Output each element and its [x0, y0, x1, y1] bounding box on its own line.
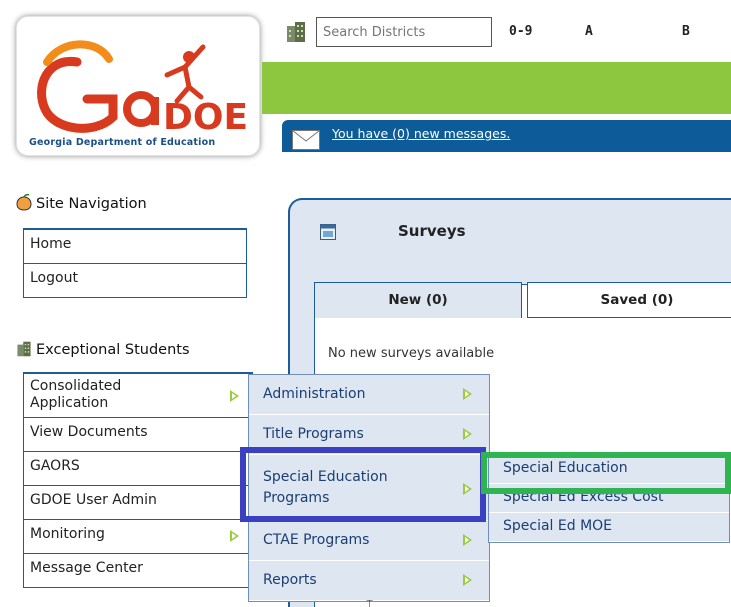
building-icon [287, 22, 305, 42]
message-bar: You have (0) new messages. [282, 120, 731, 152]
site-navigation-menu: Home Logout [23, 228, 247, 298]
sidebar-item-label: Home [30, 236, 72, 252]
sidebar-item-label: Logout [30, 270, 78, 286]
exceptional-students-label: Exceptional Students [36, 342, 190, 358]
peach-icon [16, 194, 32, 211]
menu-item-special-education-programs[interactable]: Special Education Programs [249, 455, 489, 521]
menu-item-special-education[interactable]: Special Education [489, 455, 729, 484]
sidebar-item-label: Message Center [30, 560, 143, 576]
exceptional-students-heading: Exceptional Students [16, 341, 190, 358]
menu-item-label: Special Education Programs [263, 469, 388, 506]
surveys-icon [320, 224, 336, 240]
sidebar-item-label: View Documents [30, 424, 148, 440]
building-icon [17, 341, 31, 357]
menu-item-special-ed-moe[interactable]: Special Ed MOE [489, 513, 729, 542]
menu-item-special-ed-excess-cost[interactable]: Special Ed Excess Cost [489, 484, 729, 513]
menu-item-label: CTAE Programs [263, 532, 370, 548]
logo-graphic: DOE [37, 40, 248, 138]
gadoe-logo[interactable]: DOE Georgia Department of Education [16, 16, 260, 156]
site-navigation-heading: Site Navigation [16, 194, 147, 212]
no-surveys-message: No new surveys available [328, 346, 495, 361]
submenu-arrow-icon [230, 390, 239, 402]
menu-item-reports[interactable]: Reports [249, 561, 489, 601]
sidebar-item-label: GDOE User Admin [30, 492, 157, 508]
sidebar-item-message-center[interactable]: Message Center [23, 554, 253, 588]
menu-item-administration[interactable]: Administration [249, 375, 489, 415]
sidebar-item-label: GAORS [30, 458, 80, 474]
tab-saved-surveys[interactable]: Saved (0) [527, 282, 731, 318]
menu-item-label: Title Programs [263, 426, 364, 442]
submenu-arrow-icon [230, 530, 239, 542]
letter-filter-0-9[interactable]: 0-9 [509, 24, 532, 39]
mouse-cursor-icon: ⌶ [366, 597, 374, 607]
sidebar-item-gdoe-user-admin[interactable]: GDOE User Admin [23, 486, 253, 520]
special-education-submenu: Special Education Special Ed Excess Cost… [488, 454, 730, 543]
menu-item-label: Special Ed MOE [503, 518, 613, 534]
surveys-title: Surveys [398, 222, 466, 240]
letter-filter-a[interactable]: A [585, 24, 593, 39]
tab-new-surveys[interactable]: New (0) [314, 282, 522, 318]
submenu-arrow-icon [463, 483, 472, 495]
submenu-arrow-icon [463, 388, 472, 400]
menu-item-label: Special Ed Excess Cost [503, 489, 664, 505]
menu-item-label: Special Education [503, 460, 628, 476]
site-navigation-label: Site Navigation [36, 196, 147, 212]
header-green-bar [262, 62, 731, 114]
submenu-arrow-icon [463, 428, 472, 440]
sidebar-item-label: Consolidated Application [30, 378, 122, 411]
sidebar-item-logout[interactable]: Logout [23, 264, 247, 298]
letter-filter-b[interactable]: B [682, 24, 690, 39]
submenu-arrow-icon [463, 534, 472, 546]
consolidated-application-flyout: Administration Title Programs Special Ed… [248, 374, 490, 602]
menu-item-label: Reports [263, 572, 317, 588]
search-districts-input[interactable] [316, 17, 492, 47]
logo-caption: Georgia Department of Education [29, 137, 216, 148]
sidebar-item-view-documents[interactable]: View Documents [23, 418, 253, 452]
sidebar-item-label: Monitoring [30, 526, 105, 542]
menu-item-ctae-programs[interactable]: CTAE Programs [249, 521, 489, 561]
sidebar-item-monitoring[interactable]: Monitoring [23, 520, 253, 554]
sidebar-item-consolidated-application[interactable]: Consolidated Application [23, 374, 253, 418]
menu-item-title-programs[interactable]: Title Programs [249, 415, 489, 455]
sidebar-item-gaors[interactable]: GAORS [23, 452, 253, 486]
sidebar-item-home[interactable]: Home [23, 230, 247, 264]
menu-item-label: Administration [263, 386, 366, 402]
envelope-icon [292, 130, 320, 150]
svg-text:DOE: DOE [163, 97, 248, 138]
submenu-arrow-icon [463, 574, 472, 586]
exceptional-students-menu: Consolidated Application View Documents … [23, 372, 253, 588]
new-messages-link[interactable]: You have (0) new messages. [332, 126, 510, 141]
